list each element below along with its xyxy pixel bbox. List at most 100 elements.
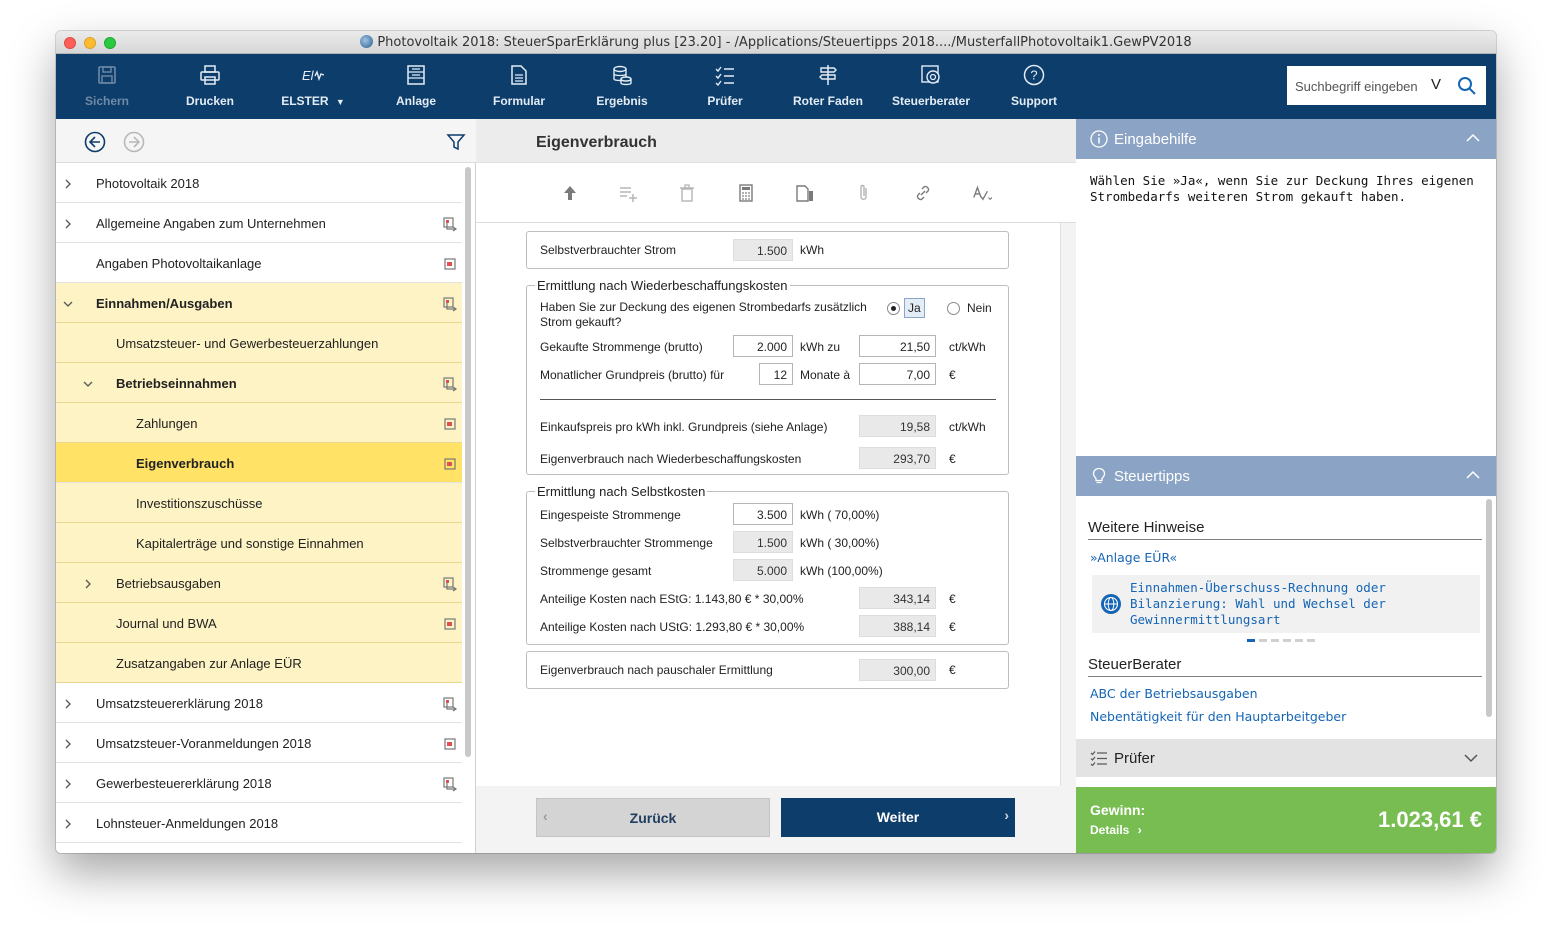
roter-faden-button[interactable]: Roter Faden: [778, 54, 878, 119]
chevron-right-icon[interactable]: [63, 177, 73, 189]
back-button[interactable]: ‹ Zurück: [536, 798, 770, 837]
input-help-text: Wählen Sie »Ja«, wenn Sie zur Deckung Ih…: [1090, 173, 1474, 204]
sidebar-item-15[interactable]: Gewerbesteuererklärung 2018: [56, 763, 462, 803]
jump-to-form-icon[interactable]: [442, 576, 458, 592]
ergebnis-button[interactable]: Ergebnis: [572, 54, 672, 119]
ustg-cost-field: 388,14: [859, 615, 936, 637]
advisor-divider: [1088, 676, 1482, 677]
sidebar-item-8[interactable]: Investitionszuschüsse: [56, 483, 462, 523]
jump-to-form-icon[interactable]: [442, 216, 458, 232]
trash-icon[interactable]: [677, 183, 697, 203]
tips-scrollbar[interactable]: [1486, 499, 1492, 717]
open-form-icon[interactable]: [442, 736, 458, 752]
elster-button[interactable]: El ELSTER ▼: [263, 54, 363, 119]
support-button[interactable]: ? Support: [984, 54, 1084, 119]
open-form-icon[interactable]: [442, 456, 458, 472]
self-amount-label: Selbstverbrauchter Strommenge: [540, 536, 713, 550]
chevron-right-icon[interactable]: [63, 737, 73, 749]
carousel-dots[interactable]: [1247, 629, 1327, 642]
sidebar-item-16[interactable]: Lohnsteuer-Anmeldungen 2018: [56, 803, 462, 843]
price-per-kwh-input[interactable]: 21,50: [859, 335, 936, 357]
sidebar-item-2[interactable]: Angaben Photovoltaikanlage: [56, 243, 462, 283]
formular-button[interactable]: Formular: [469, 54, 569, 119]
jump-to-form-icon[interactable]: [442, 776, 458, 792]
sidebar-item-13[interactable]: Umsatzsteuererklärung 2018: [56, 683, 462, 723]
sidebar-item-10[interactable]: Betriebsausgaben: [56, 563, 462, 603]
spellcheck-icon[interactable]: [972, 183, 992, 203]
chevron-down-icon[interactable]: [83, 377, 93, 387]
calculator-icon[interactable]: [736, 183, 756, 203]
filter-icon[interactable]: [445, 131, 467, 153]
sidebar-item-7[interactable]: Eigenverbrauch: [56, 443, 462, 483]
sidebar-item-1[interactable]: Allgemeine Angaben zum Unternehmen: [56, 203, 462, 243]
replacement-result-label: Eigenverbrauch nach Wiederbeschaffungsko…: [540, 452, 802, 466]
no-radio-label[interactable]: Nein: [967, 301, 992, 315]
tax-tips-header[interactable]: Steuertipps: [1076, 456, 1496, 496]
jump-to-form-icon[interactable]: [442, 296, 458, 312]
save-button[interactable]: Sichern: [57, 54, 157, 119]
jump-to-form-icon[interactable]: [442, 696, 458, 712]
chevron-right-icon[interactable]: [63, 217, 73, 229]
coins-icon: [613, 65, 632, 86]
document-edit-icon[interactable]: [795, 183, 815, 203]
purchased-amount-unit: kWh zu: [800, 340, 841, 354]
print-button[interactable]: Drucken: [160, 54, 260, 119]
chevron-right-icon[interactable]: [63, 777, 73, 789]
search-scope-selector[interactable]: V: [1431, 76, 1441, 93]
base-price-input[interactable]: 7,00: [859, 363, 936, 385]
sidebar-item-5[interactable]: Betriebseinnahmen: [56, 363, 462, 403]
sidebar-item-14[interactable]: Umsatzsteuer-Voranmeldungen 2018: [56, 723, 462, 763]
open-form-icon[interactable]: [442, 616, 458, 632]
anlage-eur-link[interactable]: »Anlage EÜR«: [1090, 550, 1177, 565]
open-form-icon[interactable]: [442, 256, 458, 272]
sidebar-item-11[interactable]: Journal und BWA: [56, 603, 462, 643]
months-input[interactable]: 12: [759, 363, 793, 385]
chevron-down-icon[interactable]: [63, 297, 73, 307]
chevron-right-icon[interactable]: [63, 817, 73, 829]
sidebar-item-3[interactable]: Einnahmen/Ausgaben: [56, 283, 462, 323]
anlage-button[interactable]: Anlage: [366, 54, 466, 119]
sidebar-item-0[interactable]: Photovoltaik 2018: [56, 163, 462, 203]
jump-to-form-icon[interactable]: [442, 376, 458, 392]
pruefer-button[interactable]: Prüfer: [675, 54, 775, 119]
sidebar-item-12[interactable]: Zusatzangaben zur Anlage EÜR: [56, 643, 462, 683]
paperclip-icon[interactable]: [854, 183, 874, 203]
chevron-right-icon[interactable]: [83, 577, 93, 589]
back-arrow-icon[interactable]: [84, 131, 106, 153]
pruefer-header[interactable]: Prüfer: [1076, 739, 1496, 777]
sidebar-item-9[interactable]: Kapitalerträge und sonstige Einnahmen: [56, 523, 462, 563]
checklist-icon: [1090, 751, 1107, 766]
input-help-header[interactable]: Eingabehilfe: [1076, 119, 1496, 159]
search-icon[interactable]: [1457, 76, 1477, 96]
form-header: Eigenverbrauch: [476, 119, 1076, 163]
lightbulb-icon: [1092, 467, 1106, 484]
sidebar-item-label: Umsatzsteuer-Voranmeldungen 2018: [96, 736, 312, 751]
purchase-question-line1: Haben Sie zur Deckung des eigenen Stromb…: [540, 300, 867, 314]
open-form-icon[interactable]: [442, 416, 458, 432]
advisor-link-1[interactable]: ABC der Betriebsausgaben: [1090, 686, 1258, 701]
sidebar-item-6[interactable]: Zahlungen: [56, 403, 462, 443]
chevron-right-icon[interactable]: [63, 697, 73, 709]
next-button[interactable]: Weiter ›: [781, 798, 1015, 837]
search-input[interactable]: [1295, 75, 1430, 97]
details-link[interactable]: Details ›: [1090, 823, 1142, 837]
sidebar-scrollbar[interactable]: [465, 167, 471, 757]
tip-card[interactable]: Einnahmen-Überschuss-Rechnung oder Bilan…: [1092, 575, 1480, 633]
link-icon[interactable]: [913, 183, 933, 203]
sidebar-item-4[interactable]: Umsatzsteuer- und Gewerbesteuerzahlungen: [56, 323, 462, 363]
purchase-price-field: 19,58: [859, 415, 936, 437]
base-price-unit: €: [949, 368, 956, 382]
search-box: V: [1287, 66, 1486, 105]
forward-arrow-icon[interactable]: [123, 131, 145, 153]
purchased-amount-input[interactable]: 2.000: [733, 335, 793, 357]
yes-radio[interactable]: [887, 302, 900, 315]
fed-in-input[interactable]: 3.500: [733, 503, 793, 525]
no-radio[interactable]: [947, 302, 960, 315]
add-row-icon[interactable]: [618, 183, 638, 203]
chevron-right-icon: ›: [1137, 823, 1142, 837]
window-title-text: Photovoltaik 2018: SteuerSparErklärung p…: [377, 35, 1192, 50]
yes-radio-label[interactable]: Ja: [904, 298, 925, 318]
advisor-link-2[interactable]: Nebentätigkeit für den Hauptarbeitgeber: [1090, 709, 1346, 724]
steuerberater-button[interactable]: Steuerberater: [881, 54, 981, 119]
upload-arrow-icon[interactable]: [560, 183, 580, 203]
